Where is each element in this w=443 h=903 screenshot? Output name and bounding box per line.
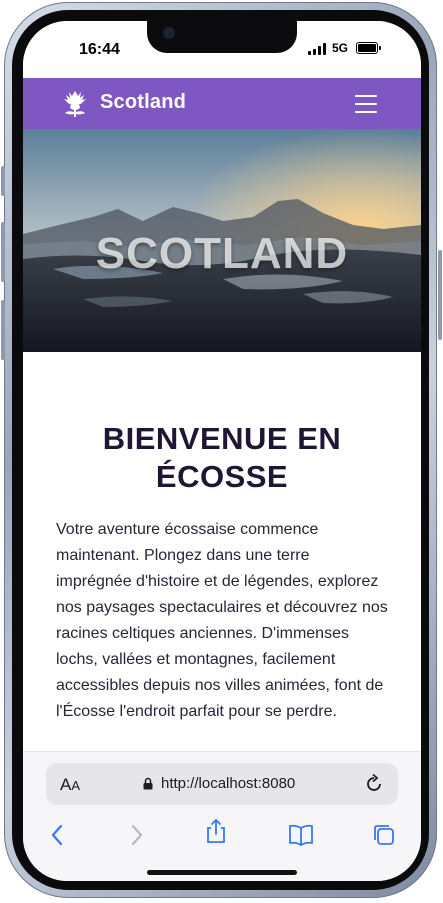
camera-icon <box>163 27 175 39</box>
hero-overlay-title: SCOTLAND <box>95 229 349 278</box>
text-size-button[interactable]: AA <box>60 775 80 795</box>
network-label: 5G <box>332 41 349 55</box>
address-bar[interactable]: AA http://localhost:8080 <box>46 763 398 805</box>
home-indicator <box>147 870 297 875</box>
welcome-heading-line2: ÉCOSSE <box>155 459 289 494</box>
side-button-left-2 <box>1 222 5 282</box>
side-button-left-3 <box>1 300 5 360</box>
bookmarks-icon[interactable] <box>288 822 314 848</box>
hero-image: SCOTLAND <box>23 129 421 352</box>
share-icon[interactable] <box>203 818 229 844</box>
text-size-label-small: A <box>71 778 81 793</box>
thistle-icon[interactable] <box>59 88 91 120</box>
site-brand[interactable]: Scotland <box>100 91 186 114</box>
url-text[interactable]: http://localhost:8080 <box>161 775 295 792</box>
status-time: 16:44 <box>79 41 120 58</box>
text-size-label: A <box>60 775 72 794</box>
lock-icon <box>143 777 153 790</box>
welcome-heading-line1: BIENVENUE EN <box>102 421 342 456</box>
side-button-right <box>438 250 442 340</box>
browser-chrome: AA http://localhost:8080 <box>23 751 421 881</box>
status-bar: 16:44 5G <box>23 21 421 78</box>
intro-paragraph: Votre aventure écossaise commence mainte… <box>56 521 388 720</box>
side-button-left-1 <box>1 166 5 196</box>
back-icon[interactable] <box>45 822 71 848</box>
main-content: BIENVENUE EN ÉCOSSE Votre aventure écoss… <box>23 352 421 752</box>
welcome-heading: BIENVENUE EN ÉCOSSE <box>43 420 401 496</box>
notch <box>147 21 297 53</box>
screen: 16:44 5G Scotland SCOTLAND BIENVENUE EN … <box>23 21 421 881</box>
tabs-icon[interactable] <box>371 822 397 848</box>
site-navbar: Scotland <box>23 78 421 129</box>
reload-icon[interactable] <box>363 773 385 795</box>
signal-icon <box>308 43 328 55</box>
battery-icon <box>356 42 381 54</box>
hamburger-menu-icon[interactable] <box>355 94 379 114</box>
forward-icon[interactable] <box>123 822 149 848</box>
